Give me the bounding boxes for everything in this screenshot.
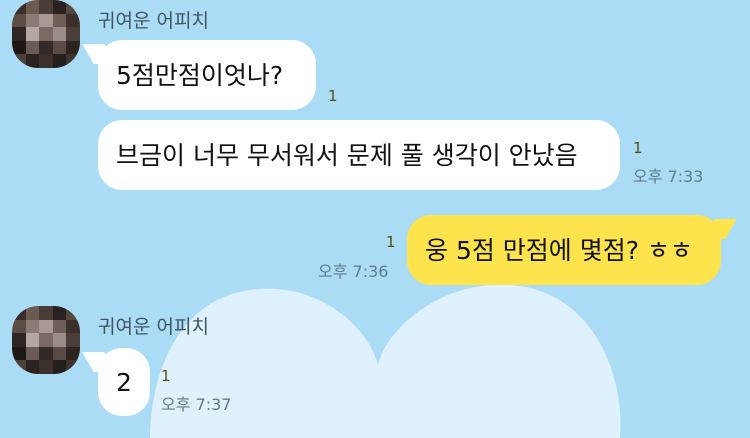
message-text: 브금이 너무 무서워서 문제 풀 생각이 안났음 bbox=[116, 140, 578, 170]
message-time: 오후 7:36 bbox=[318, 262, 389, 281]
unread-count: 1 bbox=[633, 139, 643, 157]
sender-name: 귀여운 어피치 bbox=[98, 10, 209, 32]
message-time: 오후 7:37 bbox=[161, 395, 232, 414]
unread-count: 1 bbox=[328, 87, 338, 105]
message-text: 2 bbox=[116, 367, 132, 397]
unread-count: 1 bbox=[386, 233, 396, 251]
avatar[interactable] bbox=[12, 306, 80, 374]
message-time: 오후 7:33 bbox=[633, 167, 704, 186]
message-bubble[interactable]: 2 bbox=[98, 348, 150, 416]
message-bubble[interactable]: 브금이 너무 무서워서 문제 풀 생각이 안났음 bbox=[98, 120, 620, 190]
message-text: 웅 5점 만점에 몇점? ㅎㅎ bbox=[425, 235, 693, 265]
unread-count: 1 bbox=[161, 367, 171, 385]
my-message-bubble[interactable]: 웅 5점 만점에 몇점? ㅎㅎ bbox=[407, 215, 721, 285]
message-text: 5점만점이엇나? bbox=[116, 60, 284, 90]
message-bubble[interactable]: 5점만점이엇나? bbox=[98, 40, 316, 110]
sender-name: 귀여운 어피치 bbox=[98, 316, 209, 338]
avatar[interactable] bbox=[12, 0, 80, 68]
